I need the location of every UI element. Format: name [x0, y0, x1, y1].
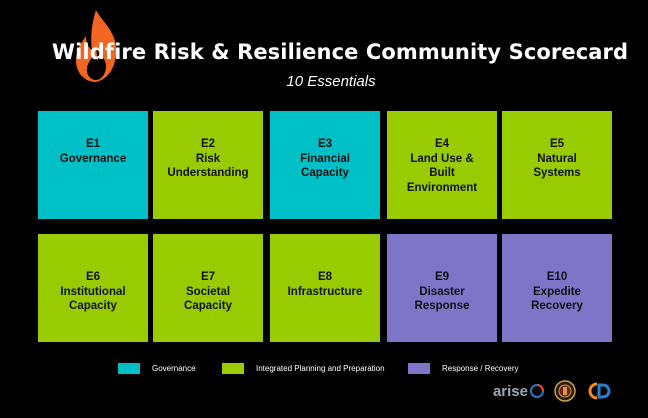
essential-tile-e3: E3 Financial Capacity: [270, 111, 380, 219]
essential-tile-e10: E10 Expedite Recovery: [502, 234, 612, 342]
essential-code: E6: [85, 271, 101, 283]
essential-name: Governance: [59, 152, 127, 165]
essential-tile-e2: E2 Risk Understanding: [153, 111, 263, 219]
essential-name: Natural Systems: [533, 152, 581, 180]
legend-item-response: Response / Recovery: [408, 362, 518, 374]
essential-name: Land Use & Built Environment: [406, 152, 478, 194]
globe-icon: [530, 384, 544, 398]
essential-name: Financial Capacity: [300, 152, 350, 180]
essential-tile-e9: E9 Disaster Response: [387, 234, 497, 342]
essential-code: E9: [434, 271, 450, 283]
essential-code: E4: [434, 138, 450, 150]
essential-tile-e8: E8 Infrastructure: [270, 234, 380, 342]
essential-name: Expedite Recovery: [531, 285, 583, 313]
page-title: Wildfire Risk & Resilience Community Sco…: [51, 40, 629, 64]
essential-code: E2: [200, 138, 216, 150]
essential-code: E7: [200, 271, 216, 283]
legend-swatch: [408, 362, 430, 374]
arise-wordmark: arise: [492, 382, 528, 400]
partner-logos: arise: [493, 378, 612, 404]
legend-label: Response / Recovery: [442, 363, 519, 373]
essential-tile-e1: E1 Governance: [38, 111, 148, 219]
page-subtitle: 10 Essentials: [286, 73, 376, 90]
essential-code: E3: [317, 138, 333, 150]
arise-logo: arise: [493, 383, 544, 400]
essential-name: Societal Capacity: [184, 285, 232, 313]
essential-tile-e4: E4 Land Use & Built Environment: [387, 111, 497, 219]
seal-icon: [554, 380, 576, 402]
essential-code: E5: [549, 138, 565, 150]
legend-label: Governance: [152, 363, 196, 373]
legend-swatch: [118, 362, 140, 374]
essential-code: E10: [546, 271, 568, 283]
essential-tile-e5: E5 Natural Systems: [502, 111, 612, 219]
essential-code: E1: [85, 138, 101, 150]
cd-logo: [588, 382, 611, 400]
legend-swatch: [222, 362, 244, 374]
essential-name: Infrastructure: [287, 285, 363, 298]
legend-item-integrated: Integrated Planning and Preparation: [222, 362, 385, 374]
legend-label: Integrated Planning and Preparation: [256, 363, 385, 373]
legend-item-governance: Governance: [118, 362, 196, 374]
essential-name: Disaster Response: [414, 285, 470, 313]
essential-tile-e6: E6 Institutional Capacity: [38, 234, 148, 342]
essential-name: Institutional Capacity: [60, 285, 126, 313]
essential-name: Risk Understanding: [167, 152, 249, 180]
essential-code: E8: [317, 271, 333, 283]
essential-tile-e7: E7 Societal Capacity: [153, 234, 263, 342]
